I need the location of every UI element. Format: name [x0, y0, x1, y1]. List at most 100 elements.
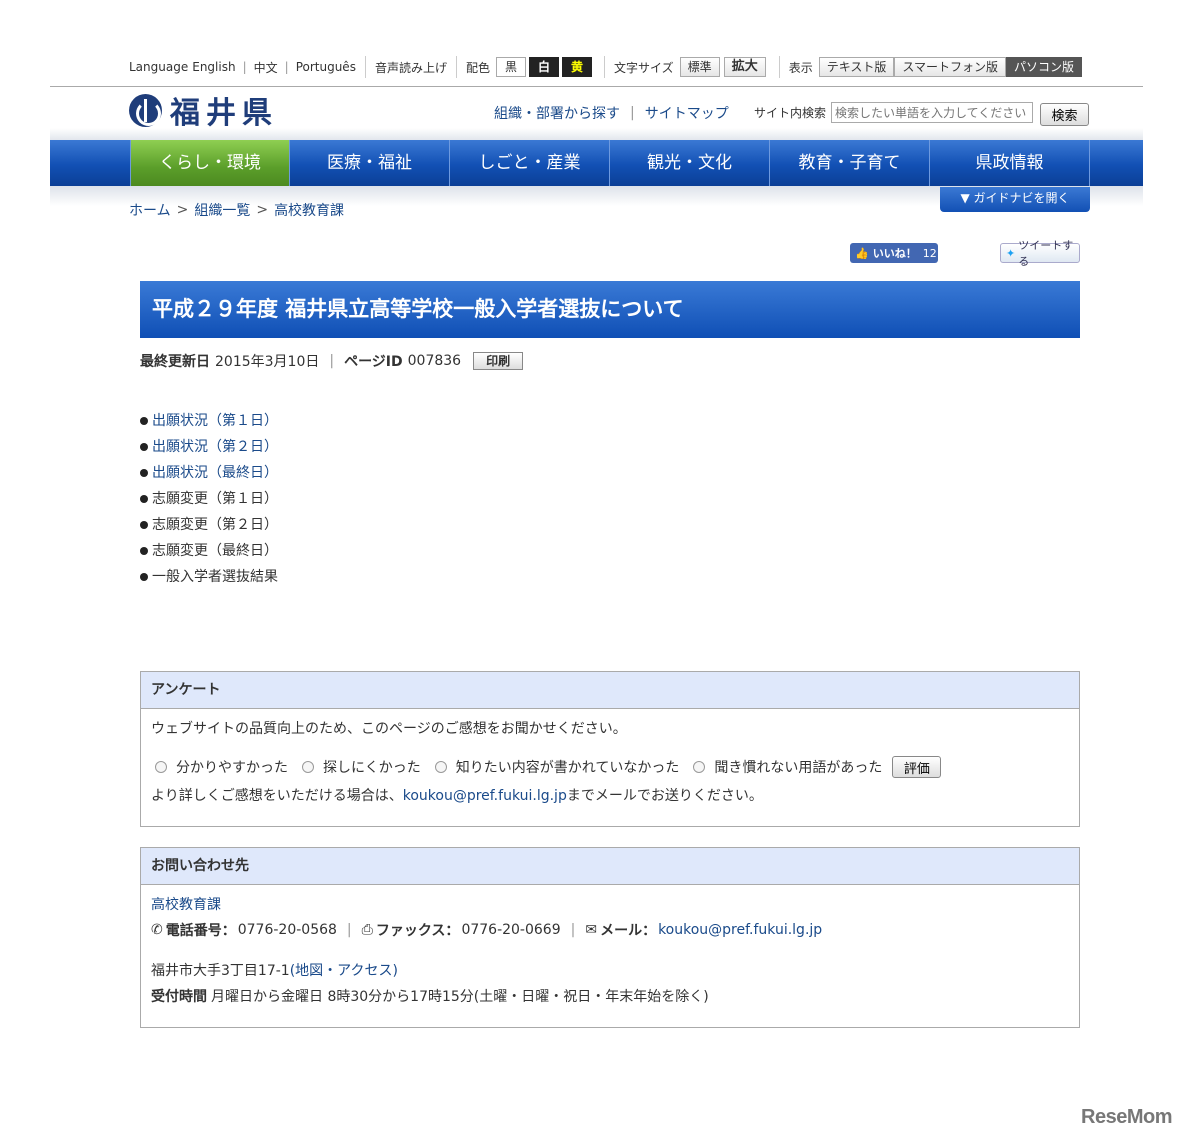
text-size-standard-button[interactable]: 標準 — [679, 57, 720, 77]
color-label: 配色 — [465, 60, 490, 75]
page-title: 平成２９年度 福井県立高等学校一般入学者選抜について — [140, 281, 1080, 338]
header-divider — [50, 86, 1143, 87]
display-pc-button[interactable]: パソコン版 — [1006, 57, 1083, 77]
breadcrumb-org-list[interactable]: 組織一覧 — [194, 200, 250, 220]
option-label: 知りたい内容が書かれていなかった — [455, 760, 680, 776]
bullet-icon — [140, 443, 148, 451]
mail-icon: ✉ — [585, 922, 598, 938]
language-label: Language — [129, 60, 189, 74]
contact-box: お問い合わせ先 高校教育課 ✆ 電話番号： 0776-20-0568 | ⎙ フ… — [140, 847, 1080, 1028]
survey-options: 分かりやすかった 探しにくかった 知りたい内容が書かれていなかった 聞き慣れない… — [155, 756, 942, 778]
survey-option[interactable]: 知りたい内容が書かれていなかった — [434, 757, 680, 777]
link-application-day1[interactable]: 出願状況（第１日） — [152, 408, 278, 434]
contact-numbers: ✆ 電話番号： 0776-20-0568 | ⎙ ファックス： 0776-20-… — [151, 920, 822, 940]
survey-box: アンケート ウェブサイトの品質向上のため、このページのご感想をお聞かせください。… — [140, 671, 1080, 827]
divider — [364, 56, 366, 78]
nav-item-tourism[interactable]: 観光・文化 — [610, 140, 770, 186]
radio-button[interactable] — [302, 761, 314, 773]
breadcrumb-current[interactable]: 高校教育課 — [274, 200, 344, 220]
radio-button[interactable] — [155, 761, 167, 773]
org-search-link[interactable]: 組織・部署から探す — [494, 103, 620, 123]
text-change-day1: 志願変更（第１日） — [152, 491, 278, 507]
separator: | — [242, 60, 247, 74]
contact-hours: 受付時間 月曜日から金曜日 8時30分から17時15分(土曜・日曜・祝日・年末年始… — [151, 986, 709, 1006]
color-yellow-button[interactable]: 黄 — [562, 57, 593, 77]
separator: | — [329, 353, 335, 369]
hours-value: 月曜日から金曜日 8時30分から17時15分(土曜・日曜・祝日・年末年始を除く) — [211, 989, 709, 1005]
mail-link[interactable]: koukou@pref.fukui.lg.jp — [658, 922, 822, 938]
breadcrumb-home[interactable]: ホーム — [129, 200, 171, 220]
survey-option[interactable]: 分かりやすかった — [155, 757, 288, 777]
list-item: 一般入学者選抜結果 — [140, 564, 278, 590]
separator: | — [630, 105, 635, 121]
phone-icon: ✆ — [151, 922, 163, 938]
color-white-button[interactable]: 白 — [529, 57, 560, 77]
survey-intro: ウェブサイトの品質向上のため、このページのご感想をお聞かせください。 — [151, 721, 627, 737]
site-logo[interactable]: 福井県 — [129, 92, 278, 131]
map-access-link[interactable]: (地図・アクセス) — [290, 963, 398, 979]
watermark-logo: ReseMom — [1081, 1106, 1172, 1128]
search-input[interactable] — [831, 102, 1033, 123]
tweet-button[interactable]: ✦ ツイートする — [1000, 239, 1080, 268]
color-black-button[interactable]: 黒 — [495, 57, 526, 77]
survey-more: より詳しくご感想をいただける場合は、koukou@pref.fukui.lg.j… — [151, 785, 763, 805]
contact-address: 福井市大手3丁目17-1(地図・アクセス) — [151, 960, 398, 980]
display-text-button[interactable]: テキスト版 — [818, 57, 895, 77]
like-count: 12 — [922, 246, 937, 260]
content-link-list: 出願状況（第１日） 出願状況（第２日） 出願状況（最終日） 志願変更（第１日） … — [140, 408, 278, 590]
breadcrumb: ホーム > 組織一覧 > 高校教育課 — [129, 200, 344, 220]
language-portuguese-link[interactable]: Português — [296, 60, 356, 74]
language-english-link[interactable]: English — [192, 60, 235, 74]
list-item: 志願変更（最終日） — [140, 538, 278, 564]
separator: | — [570, 922, 576, 938]
fax-value: 0776-20-0669 — [461, 922, 561, 938]
radio-button[interactable] — [693, 761, 706, 773]
survey-email-link[interactable]: koukou@pref.fukui.lg.jp — [403, 788, 567, 804]
survey-option[interactable]: 聞き慣れない用語があった — [693, 757, 882, 777]
search-button[interactable]: 検索 — [1040, 103, 1089, 126]
print-button[interactable]: 印刷 — [473, 352, 524, 370]
mail-label: メール： — [600, 923, 657, 939]
survey-more-suffix: までメールでお送りください。 — [566, 788, 763, 804]
fax-icon: ⎙ — [361, 922, 373, 938]
evaluate-button[interactable]: 評価 — [892, 756, 942, 778]
option-label: 分かりやすかった — [176, 760, 288, 776]
option-label: 聞き慣れない用語があった — [714, 760, 883, 776]
breadcrumb-separator: > — [176, 202, 189, 218]
address-text: 福井市大手3丁目17-1 — [151, 963, 290, 979]
radio-button[interactable] — [434, 761, 447, 773]
utility-bar: Language English | 中文 | Português 音声読み上げ… — [129, 54, 1091, 80]
nav-item-medical[interactable]: 医療・福祉 — [290, 140, 450, 186]
like-label: いいね！ — [872, 247, 917, 260]
pageid-label: ページID — [344, 354, 403, 370]
header-links: 組織・部署から探す | サイトマップ — [494, 103, 729, 123]
guide-navi-button[interactable]: ▼ ガイドナビを開く — [940, 187, 1090, 212]
link-application-final[interactable]: 出願状況（最終日） — [152, 460, 278, 486]
display-label: 表示 — [788, 60, 813, 75]
nav-item-education[interactable]: 教育・子育て — [770, 140, 930, 186]
sitemap-link[interactable]: サイトマップ — [645, 103, 729, 123]
divider — [778, 56, 780, 78]
text-change-final: 志願変更（最終日） — [152, 543, 278, 559]
bullet-icon — [140, 521, 148, 529]
updated-value: 2015年3月10日 — [215, 354, 320, 370]
contact-dept-link[interactable]: 高校教育課 — [151, 894, 221, 914]
nav-item-living[interactable]: くらし・環境 — [130, 140, 290, 186]
survey-more-prefix: より詳しくご感想をいただける場合は、 — [151, 788, 403, 804]
twitter-bird-icon: ✦ — [1006, 246, 1016, 260]
text-change-day2: 志願変更（第２日） — [152, 517, 278, 533]
nav-item-work[interactable]: しごと・産業 — [450, 140, 610, 186]
breadcrumb-separator: > — [256, 202, 269, 218]
bullet-icon — [140, 547, 148, 555]
facebook-like-button[interactable]: 👍 いいね！ 12 — [850, 243, 938, 263]
page-meta: 最終更新日 2015年3月10日 | ページID 007836 印刷 — [140, 351, 524, 371]
pageid-value: 007836 — [407, 353, 462, 369]
survey-heading: アンケート — [141, 672, 1079, 709]
read-aloud-link[interactable]: 音声読み上げ — [375, 59, 447, 76]
survey-option[interactable]: 探しにくかった — [302, 757, 421, 777]
text-size-large-button[interactable]: 拡大 — [723, 57, 766, 77]
language-chinese-link[interactable]: 中文 — [254, 59, 278, 76]
link-application-day2[interactable]: 出願状況（第２日） — [152, 434, 278, 460]
display-smartphone-button[interactable]: スマートフォン版 — [894, 57, 1007, 77]
nav-item-government[interactable]: 県政情報 — [930, 140, 1090, 186]
